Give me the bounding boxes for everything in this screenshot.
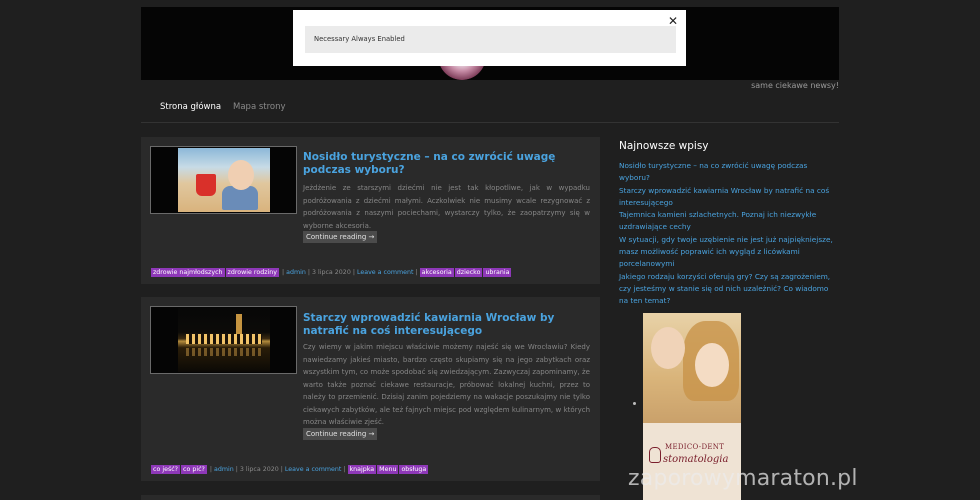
post-card: Nosidło turystyczne – na co zwrócić uwag…: [141, 137, 600, 284]
recent-posts-list: Nosidło turystyczne – na co zwrócić uwag…: [619, 160, 839, 308]
tag-link[interactable]: Menu: [377, 465, 399, 474]
category-link[interactable]: zdrowie rodziny: [225, 268, 279, 277]
nav-item-sitemap[interactable]: Mapa strony: [233, 102, 286, 112]
cookie-consent-modal: Necessary Always Enabled ✕: [293, 10, 686, 66]
site-tagline: same ciekawe newsy!: [751, 81, 839, 90]
cookie-category-row[interactable]: Necessary Always Enabled: [305, 26, 676, 53]
author-link[interactable]: admin: [214, 466, 234, 473]
beach-child-photo: [178, 148, 270, 212]
post-meta: zdrowie najmłodszych zdrowie rodziny | ad…: [151, 268, 512, 277]
category-link[interactable]: co jeść?: [151, 465, 181, 474]
tag-link[interactable]: obsługa: [399, 465, 429, 474]
tag-link[interactable]: akcesoria: [419, 268, 454, 277]
post-thumbnail[interactable]: [150, 306, 297, 374]
ad-brand-sub: stomatologia: [663, 454, 729, 465]
sidebar-heading: Najnowsze wpisy: [619, 140, 709, 152]
cookie-category-label: Necessary Always Enabled: [314, 35, 405, 43]
post-card: [141, 495, 600, 500]
tag-link[interactable]: ubrania: [483, 268, 512, 277]
post-title[interactable]: Nosidło turystyczne – na co zwrócić uwag…: [303, 151, 595, 177]
ad-brand: MEDICO-DENT: [665, 443, 725, 451]
post-date: 3 lipca 2020: [311, 269, 351, 276]
recent-post-link[interactable]: Jakiego rodzaju korzyści oferują gry? Cz…: [619, 271, 839, 308]
close-icon[interactable]: ✕: [668, 14, 678, 28]
recent-post-link[interactable]: Tajemnica kamieni szlachetnych. Poznaj i…: [619, 209, 839, 234]
author-link[interactable]: admin: [286, 269, 306, 276]
site-watermark: zaporowymaraton.pl: [628, 466, 858, 491]
list-bullet: [633, 402, 636, 405]
post-excerpt: Jeżdżenie ze starszymi dziećmi nie jest …: [303, 184, 590, 230]
recent-post-link[interactable]: Nosidło turystyczne – na co zwrócić uwag…: [619, 160, 839, 185]
category-link[interactable]: zdrowie najmłodszych: [151, 268, 225, 277]
main-nav: Strona główna Mapa strony: [141, 97, 839, 123]
comment-link[interactable]: Leave a comment: [285, 466, 342, 473]
tag-link[interactable]: dziecko: [454, 268, 483, 277]
post-title[interactable]: Starczy wprowadzić kawiarnia Wrocław by …: [303, 312, 595, 338]
night-city-photo: [178, 308, 270, 372]
continue-reading-link[interactable]: Continue reading →: [303, 428, 378, 440]
nav-item-home[interactable]: Strona główna: [160, 102, 221, 112]
recent-post-link[interactable]: W sytuacji, gdy twoje uzębienie nie jest…: [619, 234, 839, 271]
continue-reading-link[interactable]: Continue reading →: [303, 231, 378, 243]
post-card: Starczy wprowadzić kawiarnia Wrocław by …: [141, 297, 600, 481]
tooth-icon: [649, 447, 661, 463]
comment-link[interactable]: Leave a comment: [357, 269, 414, 276]
post-date: 3 lipca 2020: [239, 466, 279, 473]
recent-post-link[interactable]: Starczy wprowadzić kawiarnia Wrocław by …: [619, 185, 839, 210]
category-link[interactable]: co pić?: [181, 465, 207, 474]
post-excerpt: Czy wiemy w jakim miejscu właściwie może…: [303, 343, 590, 426]
post-thumbnail[interactable]: [150, 146, 297, 214]
post-meta: co jeść? co pić? | admin | 3 lipca 2020 |…: [151, 465, 429, 474]
tag-link[interactable]: knajpka: [347, 465, 377, 474]
